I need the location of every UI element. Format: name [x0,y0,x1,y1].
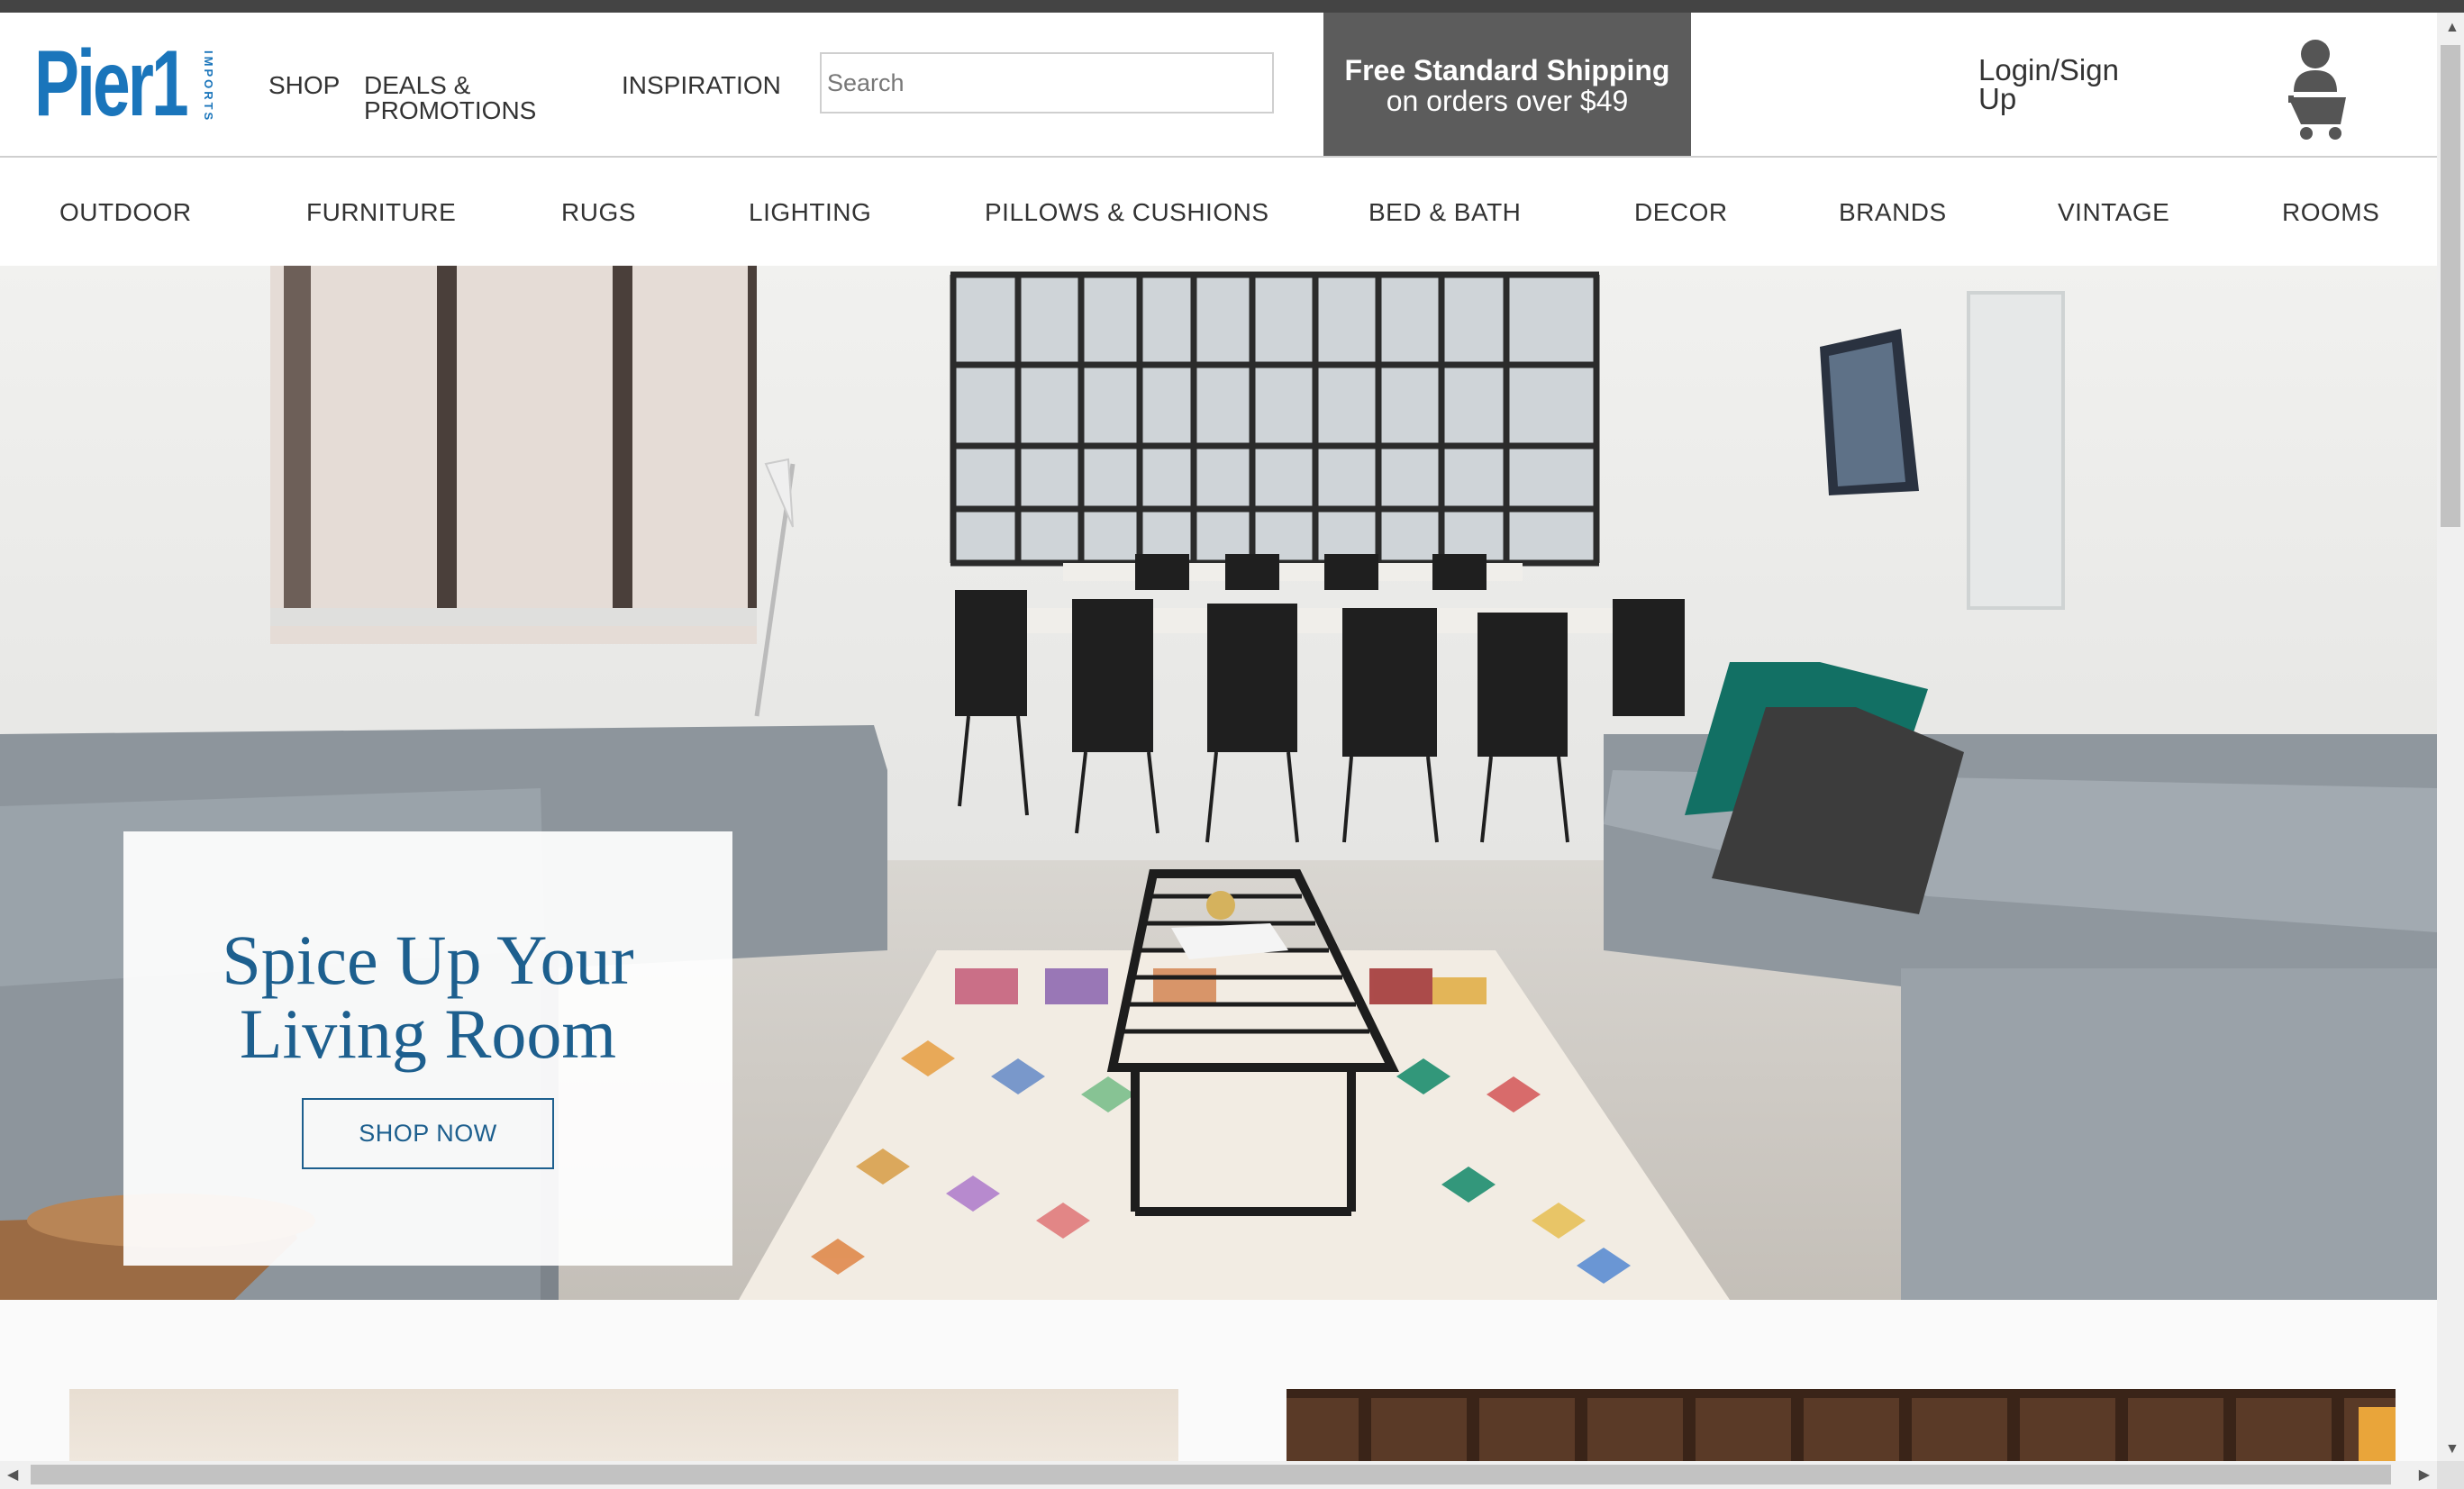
cat-brands[interactable]: BRANDS [1839,198,1947,227]
shipping-promo-banner[interactable]: Free Standard Shipping on orders over $4… [1323,13,1691,156]
vertical-scroll-thumb[interactable] [2441,45,2460,527]
promo-line-1: Free Standard Shipping [1344,54,1670,86]
cat-bed-bath[interactable]: BED & BATH [1368,198,1521,227]
pier1-logo[interactable]: Pier1 IMPORTS [34,34,223,139]
promo-line-2: on orders over $49 [1386,85,1629,117]
login-signup-link[interactable]: Login/Sign Up [1978,55,2159,113]
cat-furniture[interactable]: FURNITURE [306,198,456,227]
scroll-left-arrow-icon[interactable]: ◀ [7,1466,18,1484]
nav-inspiration[interactable]: INSPIRATION [622,73,781,98]
cat-pillows-cushions[interactable]: PILLOWS & CUSHIONS [985,198,1269,227]
scroll-right-arrow-icon[interactable]: ▶ [2419,1466,2430,1484]
wood-ceiling-image [1287,1389,2396,1461]
cat-rugs[interactable]: RUGS [561,198,636,227]
logo-text: Pier1 [34,32,189,136]
cart-user-icon[interactable] [2285,38,2357,142]
cat-rooms[interactable]: ROOMS [2282,198,2379,227]
hero-title: Spice Up Your Living Room [222,921,634,1073]
cat-vintage[interactable]: VINTAGE [2058,198,2169,227]
shop-now-button[interactable]: SHOP NOW [302,1098,554,1169]
logo-subtext: IMPORTS [202,50,215,123]
category-nav: OUTDOOR FURNITURE RUGS LIGHTING PILLOWS … [0,158,2437,266]
nav-shop[interactable]: SHOP [268,73,340,98]
hero-promo-card: Spice Up Your Living Room SHOP NOW [123,831,732,1266]
scrollbar-corner [2437,1461,2464,1489]
vertical-scrollbar[interactable]: ▲ ▼ [2437,13,2464,1461]
horizontal-scroll-thumb[interactable] [31,1465,2391,1484]
cat-decor[interactable]: DECOR [1634,198,1728,227]
cat-lighting[interactable]: LIGHTING [749,198,871,227]
scroll-up-arrow-icon[interactable]: ▲ [2445,20,2459,36]
search-input[interactable] [820,52,1274,113]
featured-thumbnail-right[interactable] [1287,1389,2396,1461]
nav-deals-promotions[interactable]: DEALS & PROMOTIONS [364,73,544,123]
featured-thumbnail-left[interactable] [69,1389,1178,1461]
site-header: Pier1 IMPORTS SHOP DEALS & PROMOTIONS IN… [0,13,2437,158]
scroll-down-arrow-icon[interactable]: ▼ [2445,1441,2459,1457]
hero-banner: Spice Up Your Living Room SHOP NOW [0,266,2437,1300]
browser-top-strip [0,0,2464,13]
horizontal-scrollbar[interactable]: ◀ ▶ [0,1461,2437,1489]
cat-outdoor[interactable]: OUTDOOR [59,198,192,227]
